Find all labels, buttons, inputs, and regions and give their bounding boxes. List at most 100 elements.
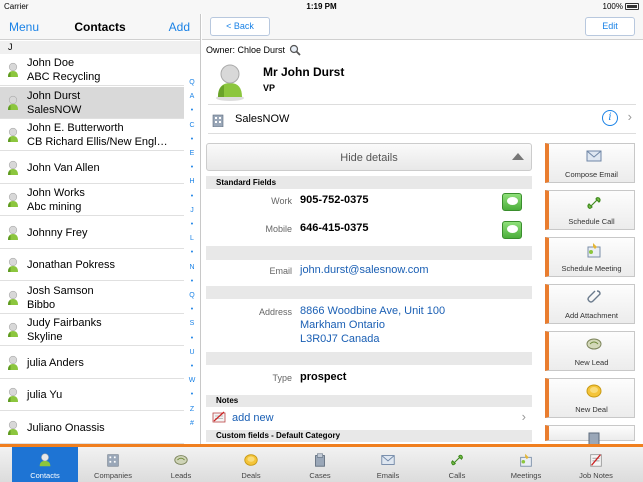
contact-row[interactable]: Josh Samson Bibbo — [0, 282, 184, 314]
contact-company: SalesNOW — [27, 103, 82, 116]
back-button[interactable]: < Back — [210, 17, 270, 36]
contact-row[interactable]: Judy Fairbanks Skyline — [0, 314, 184, 346]
address-line-1[interactable]: 8866 Woodbine Ave, Unit 100 — [300, 305, 445, 317]
edit-button[interactable]: Edit — [585, 17, 635, 36]
tab-label: Emails — [376, 471, 400, 480]
address-label: Address — [258, 307, 292, 317]
tab-calls[interactable]: Calls — [424, 447, 490, 482]
companies-icon — [107, 454, 119, 467]
index-letter[interactable]: • — [184, 306, 200, 313]
tab-contacts[interactable]: Contacts — [12, 447, 78, 482]
index-letter[interactable]: Q — [184, 79, 200, 86]
index-letter[interactable]: • — [184, 193, 200, 200]
index-letter[interactable]: J — [184, 207, 200, 214]
sms-work-button[interactable] — [502, 193, 522, 211]
index-letter[interactable]: Z — [184, 406, 200, 413]
contact-row[interactable]: John E. Butterworth CB Richard Ellis/New … — [0, 119, 184, 151]
index-letter[interactable]: E — [184, 150, 200, 157]
tab-deals[interactable]: Deals — [218, 447, 284, 482]
contact-row[interactable]: John Doe ABC Recycling — [0, 54, 184, 86]
custom-fields-header: Custom fields - Default Category — [206, 430, 532, 442]
new-deal-button[interactable]: New Deal — [545, 378, 635, 418]
info-icon[interactable]: i — [602, 110, 618, 126]
contact-name: Juliano Onassis — [27, 421, 105, 434]
contact-row[interactable]: Jonathan Pokress — [0, 249, 184, 281]
contacts-icon — [39, 453, 51, 467]
tab-meetings[interactable]: Meetings — [493, 447, 559, 482]
tab-leads[interactable]: Leads — [148, 447, 214, 482]
sms-mobile-button[interactable] — [502, 221, 522, 239]
index-letter[interactable]: • — [184, 107, 200, 114]
index-letter[interactable]: • — [184, 391, 200, 398]
mobile-phone[interactable]: 646-415-0375 — [300, 222, 369, 234]
index-letter[interactable]: • — [184, 164, 200, 171]
hide-details-button[interactable]: Hide details — [206, 143, 532, 171]
index-letter[interactable]: # — [184, 420, 200, 427]
index-letter[interactable]: A — [184, 93, 200, 100]
index-letter[interactable]: C — [184, 122, 200, 129]
work-phone[interactable]: 905-752-0375 — [300, 194, 369, 206]
section-header-j: J — [0, 41, 200, 54]
tab-job-notes[interactable]: Job Notes — [563, 447, 629, 482]
tab-label: Meetings — [510, 471, 542, 480]
index-letter[interactable]: • — [184, 363, 200, 370]
contact-name: Josh Samson — [27, 284, 94, 297]
add-attachment-button[interactable]: Add Attachment — [545, 284, 635, 324]
action-label: Schedule Call — [568, 217, 615, 226]
job-notes-icon — [590, 454, 602, 467]
schedule-meeting-button[interactable]: Schedule Meeting — [545, 237, 635, 277]
calls-icon — [451, 454, 463, 466]
index-letter[interactable]: L — [184, 235, 200, 242]
contact-company: Abc mining — [27, 201, 82, 213]
new-lead-button[interactable]: New Lead — [545, 331, 635, 371]
contact-company: ABC Recycling — [27, 71, 101, 83]
company-name: SalesNOW — [235, 113, 290, 125]
index-letter[interactable]: • — [184, 335, 200, 342]
action-label: New Lead — [574, 358, 609, 367]
index-letter[interactable]: S — [184, 320, 200, 327]
tab-emails[interactable]: Emails — [355, 447, 421, 482]
index-letter[interactable]: • — [184, 249, 200, 256]
contact-row[interactable]: julia Yu — [0, 379, 184, 411]
contact-row[interactable]: John Works Abc mining — [0, 184, 184, 216]
index-letter[interactable]: H — [184, 178, 200, 185]
contact-type: prospect — [300, 371, 347, 383]
index-letter[interactable]: N — [184, 264, 200, 271]
contact-row[interactable]: John Durst SalesNOW — [0, 86, 184, 119]
tab-companies[interactable]: Companies — [80, 447, 146, 482]
tab-cases[interactable]: Cases — [287, 447, 353, 482]
company-link-row[interactable]: SalesNOW i › — [208, 106, 636, 133]
contact-name: John Van Allen — [27, 161, 100, 174]
contact-row[interactable]: Juliano Onassis — [0, 412, 184, 444]
contact-name: John Durst — [27, 89, 81, 102]
add-new-note-link[interactable]: add new — [232, 412, 274, 424]
schedule-call-button[interactable]: Schedule Call — [545, 190, 635, 230]
contact-row[interactable]: julia Anders — [0, 347, 184, 379]
meetings-icon — [520, 453, 532, 467]
contact-job-title: VP — [263, 83, 276, 93]
index-letter[interactable]: U — [184, 349, 200, 356]
contact-name: Johnny Frey — [27, 226, 88, 239]
contact-person-icon — [8, 95, 18, 110]
tab-label: Leads — [170, 471, 192, 480]
contact-person-icon — [8, 160, 18, 175]
index-letter[interactable]: • — [184, 136, 200, 143]
add-note-row[interactable]: add new › — [206, 408, 532, 428]
contact-row[interactable]: John Van Allen — [0, 152, 184, 184]
index-letter[interactable]: • — [184, 278, 200, 285]
email-link[interactable]: john.durst@salesnow.com — [300, 264, 429, 276]
index-letter[interactable]: W — [184, 377, 200, 384]
new-deal-icon — [586, 384, 602, 398]
compose-email-button[interactable]: Compose Email — [545, 143, 635, 183]
add-contact-button[interactable]: Add — [169, 20, 190, 34]
address-line-3[interactable]: L3R0J7 Canada — [300, 333, 380, 345]
index-letter[interactable]: Q — [184, 292, 200, 299]
index-letter[interactable]: • — [184, 221, 200, 228]
search-icon[interactable] — [289, 44, 301, 56]
contact-row[interactable]: Johnny Frey — [0, 217, 184, 249]
more-action-button[interactable] — [545, 425, 635, 444]
address-line-2[interactable]: Markham Ontario — [300, 319, 385, 331]
chevron-right-icon: › — [627, 109, 632, 124]
contact-person-icon — [8, 355, 18, 370]
divider — [208, 104, 636, 105]
